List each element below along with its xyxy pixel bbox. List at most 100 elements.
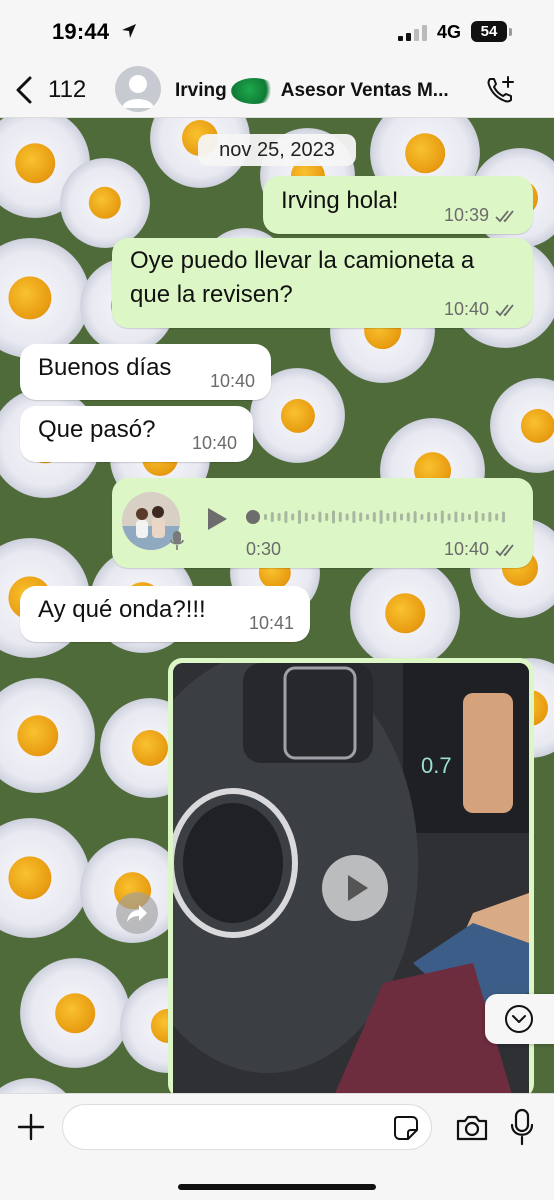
play-icon[interactable] [204,506,230,532]
double-check-icon [495,543,514,556]
waveform-bar [427,512,431,522]
message-bubble-outgoing[interactable]: Oye puedo llevar la camioneta a que la r… [112,238,533,328]
message-timestamp: 10:40 [209,371,255,391]
waveform-bar [502,511,505,523]
status-bar: 19:44 4G 54 [0,0,554,62]
message-text: Que pasó? [38,416,156,443]
message-text: Buenos días [38,354,172,381]
waveform-bar [298,510,301,524]
daisy-center [55,993,95,1033]
waveform-bar [304,512,308,522]
sticker-icon[interactable] [392,1114,420,1142]
voice-duration: 0:30 [246,539,282,559]
message-text-line: Oye puedo llevar la camioneta a [130,247,475,274]
message-input[interactable] [62,1104,432,1150]
avatar[interactable] [115,66,161,112]
scroll-to-bottom-button[interactable] [485,994,554,1044]
waveform-bar [447,513,451,521]
chevron-down-icon [505,1005,533,1033]
message-time: 10:39 [444,205,519,226]
waveform-bar [277,513,281,521]
message-time: 10:40 [192,433,237,454]
redaction-scribble [230,78,277,104]
daisy-center [132,730,168,766]
daisy-center [520,408,554,443]
waveform-bar [372,512,376,522]
wallpaper-daisy [350,558,460,668]
signal-bars-icon [398,25,427,41]
back-button[interactable]: 112 [14,72,94,108]
waveform-bar [386,513,390,521]
mic-icon [170,531,184,550]
waveform-bar [366,514,369,520]
waveform-bar [393,511,397,523]
battery-cap [509,28,512,36]
message-timestamp: 10:41 [248,613,294,633]
waveform-bar [379,510,383,524]
waveform-bar [264,514,267,520]
waveform-bar [495,513,499,521]
waveform-bar [420,514,424,520]
message-bubble-incoming[interactable]: Que pasó? 10:40 [20,406,253,462]
voice-waveform[interactable] [264,504,514,530]
unread-count: 112 [48,76,87,103]
daisy-center [385,593,425,633]
waveform-bar [325,513,329,521]
waveform-bar [338,512,342,522]
waveform-bar [284,511,288,523]
message-time: 10:40 [210,371,255,392]
contact-name[interactable]: Irving Asesor Ventas M... [175,78,449,104]
voice-progress-dot[interactable] [246,510,260,524]
contact-first-name: Irving [175,80,227,102]
forward-button[interactable] [116,892,158,934]
location-arrow-icon [122,24,136,38]
message-time: 10:41 [249,613,294,634]
message-bubble-outgoing[interactable]: Irving hola! 10:39 [263,176,533,234]
avatar-placeholder-icon [122,75,154,108]
microphone-icon[interactable] [509,1108,535,1146]
message-input-bar [0,1093,554,1200]
message-time: 10:40 [444,299,519,320]
waveform-bar [311,514,315,520]
message-text: Oye puedo llevar la camioneta a que la r… [130,244,474,312]
waveform-bar [291,513,295,521]
message-bubble-incoming[interactable]: Buenos días 10:40 [20,344,271,400]
back-chevron-icon [16,76,32,104]
home-indicator [178,1184,376,1190]
forward-icon [127,905,147,922]
wallpaper-daisy [0,818,90,938]
waveform-bar [413,511,417,523]
waveform-bar [481,513,485,521]
voice-message-bubble[interactable]: 0:30 10:40 [112,478,533,568]
date-chip: nov 25, 2023 [198,134,356,166]
message-bubble-incoming[interactable]: Ay qué onda?!!! 10:41 [20,586,310,642]
wallpaper-daisy [0,1078,80,1093]
svg-text:0.7: 0.7 [421,753,452,778]
message-time: 10:40 [444,539,519,560]
message-timestamp: 10:40 [443,539,489,559]
wallpaper-daisy [20,958,130,1068]
message-text: Irving hola! [281,187,399,214]
waveform-bar [359,512,363,522]
double-check-icon [495,303,514,316]
waveform-bar [474,511,478,523]
contact-name-rest: Asesor Ventas M... [280,80,449,102]
waveform-bar [332,510,335,524]
waveform-bar [488,512,492,522]
network-type: 4G [437,22,462,42]
message-timestamp: 10:40 [443,299,489,319]
chat-header: 112 Irving Asesor Ventas M... [0,62,554,118]
double-check-icon [495,209,514,222]
wallpaper-daisy [60,158,150,248]
waveform-bar [318,511,322,523]
status-time: 19:44 [52,19,110,44]
video-thumbnail[interactable]: 0.7 [173,663,529,1098]
wallpaper-daisy [0,678,95,793]
waveform-bar [406,512,410,522]
waveform-bar [345,513,349,521]
play-icon[interactable] [322,855,388,921]
video-message-bubble[interactable]: 0.7 [168,658,534,1098]
camera-icon[interactable] [455,1112,489,1144]
add-call-icon[interactable] [484,74,516,106]
plus-icon[interactable] [16,1112,46,1142]
